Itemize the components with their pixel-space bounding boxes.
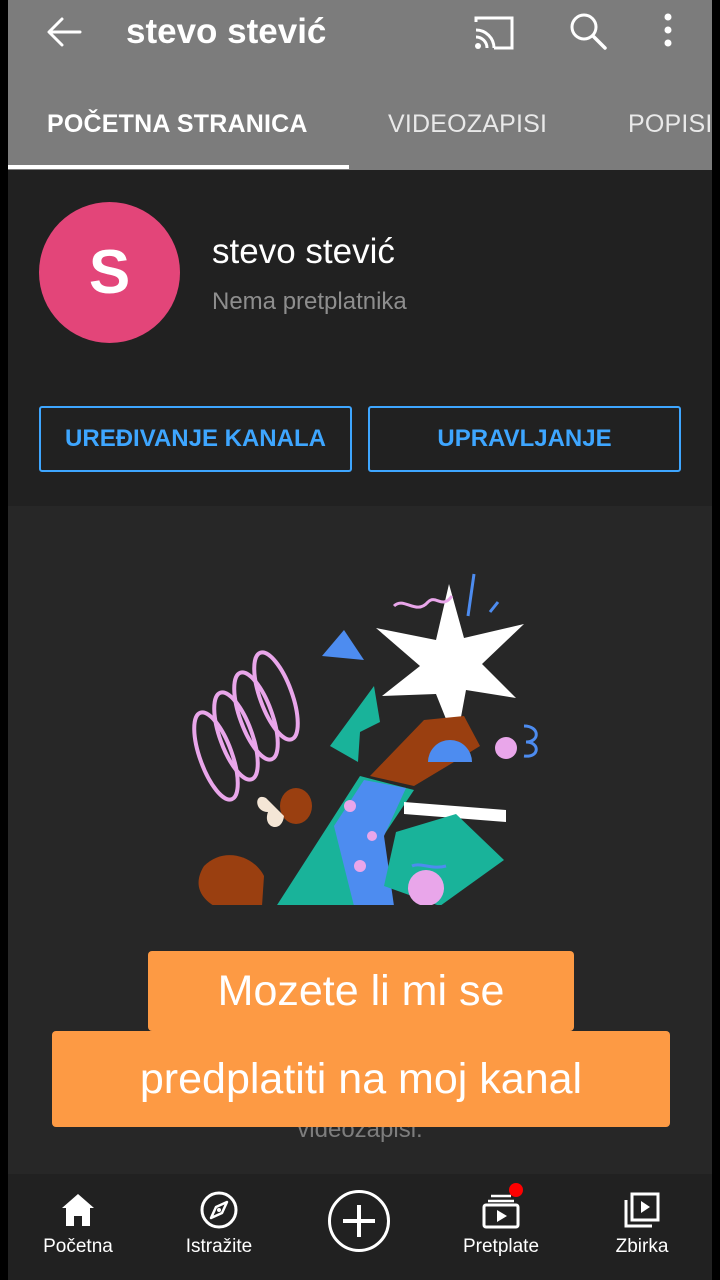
nav-explore-label: Istražite — [185, 1236, 253, 1257]
app-frame: stevo stević POČETNA STRANICA VIDEOZAPIS… — [8, 0, 712, 1280]
tab-playlists[interactable]: POPISI — [628, 110, 712, 139]
bottom-navigation: Početna Istražite Pretplate Zbirka — [8, 1174, 712, 1280]
nav-library-label: Zbirka — [615, 1236, 669, 1257]
notification-dot — [509, 1183, 523, 1197]
edit-channel-button[interactable]: UREĐIVANJE KANALA — [39, 406, 352, 472]
nav-explore[interactable]: Istražite — [180, 1174, 258, 1264]
active-tab-indicator — [8, 165, 349, 169]
channel-tabs: POČETNA STRANICA VIDEOZAPISI POPISI — [8, 92, 712, 170]
avatar[interactable]: S — [39, 202, 180, 343]
library-icon — [624, 1192, 660, 1228]
home-icon — [62, 1194, 94, 1226]
manage-button[interactable]: UPRAVLJANJE — [368, 406, 681, 472]
channel-name: stevo stević — [212, 232, 395, 271]
back-arrow-icon[interactable] — [42, 10, 86, 54]
channel-header: S stevo stević Nema pretplatnika UREĐIVA… — [8, 170, 712, 506]
top-app-bar: stevo stević POČETNA STRANICA VIDEOZAPIS… — [8, 0, 712, 170]
empty-channel-illustration — [184, 573, 544, 906]
search-icon[interactable] — [565, 8, 611, 54]
nav-library[interactable]: Zbirka — [608, 1174, 676, 1264]
avatar-letter: S — [88, 238, 131, 307]
channel-title: stevo stević — [126, 12, 327, 51]
nav-subscriptions-label: Pretplate — [462, 1236, 540, 1257]
nav-subscriptions[interactable]: Pretplate — [458, 1174, 544, 1264]
caption-line-2: predplatiti na moj kanal — [52, 1031, 670, 1127]
create-plus-icon[interactable] — [328, 1190, 390, 1252]
cast-icon[interactable] — [470, 10, 516, 54]
tab-videos[interactable]: VIDEOZAPISI — [388, 110, 547, 139]
nav-home[interactable]: Početna — [42, 1174, 114, 1264]
more-vert-icon[interactable] — [656, 8, 680, 54]
toolbar: stevo stević — [8, 0, 712, 64]
nav-home-label: Početna — [43, 1236, 113, 1257]
caption-line-1: Mozete li mi se — [148, 951, 574, 1031]
subscriber-count: Nema pretplatnika — [212, 288, 407, 315]
explore-icon — [200, 1191, 238, 1229]
tab-home[interactable]: POČETNA STRANICA — [47, 110, 308, 139]
